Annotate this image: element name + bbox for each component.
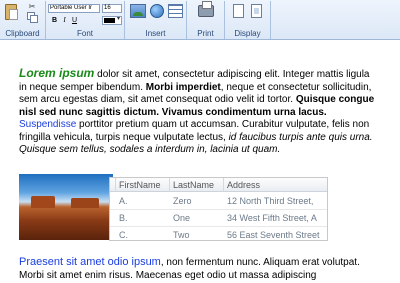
cell-address: 56 East Seventh Street bbox=[227, 230, 320, 240]
cell-lastname: Two bbox=[173, 230, 190, 240]
bold-run: Morbi imperdiet bbox=[145, 81, 221, 93]
paragraph-2: Praesent sit amet odio ipsum, non fermen… bbox=[19, 256, 375, 282]
butte-shape bbox=[71, 198, 99, 208]
display-group-label: Display bbox=[234, 29, 261, 38]
cell-firstname: B. bbox=[119, 213, 128, 223]
cut-icon[interactable]: ✂ bbox=[27, 3, 37, 11]
italic-button[interactable]: I bbox=[60, 16, 69, 25]
insert-table-icon[interactable] bbox=[168, 4, 183, 18]
cell-lastname: Zero bbox=[173, 196, 192, 206]
font-family-select[interactable]: Portable User Ir bbox=[48, 4, 100, 13]
copy-icon[interactable] bbox=[27, 12, 38, 23]
column-header-address[interactable]: Address bbox=[224, 178, 327, 192]
cell-address: 34 West Fifth Street, A bbox=[227, 213, 317, 223]
cell-firstname: C. bbox=[119, 230, 128, 240]
butte-shape bbox=[31, 196, 55, 208]
column-header-firstname[interactable]: FirstName bbox=[116, 178, 170, 192]
print-group: Print bbox=[187, 1, 225, 39]
column-header-lastname[interactable]: LastName bbox=[170, 178, 224, 192]
ribbon-toolbar: ✂ Clipboard Portable User Ir 16 B I U Fo… bbox=[0, 0, 400, 40]
print-layout-icon[interactable] bbox=[233, 4, 244, 18]
draft-layout-icon[interactable] bbox=[251, 4, 262, 18]
cell-address: 12 North Third Street, bbox=[227, 196, 314, 206]
insert-image-icon[interactable] bbox=[130, 4, 146, 18]
paste-icon[interactable] bbox=[5, 4, 18, 20]
hyperlink[interactable]: Suspendisse bbox=[19, 119, 76, 130]
cell-firstname: A. bbox=[119, 196, 128, 206]
font-group-label: Font bbox=[76, 29, 93, 38]
table-row[interactable]: A. Zero 12 North Third Street, bbox=[110, 193, 327, 210]
grid-header: FirstName LastName Address bbox=[110, 178, 327, 192]
embedded-data-grid[interactable]: FirstName LastName Address A. Zero 12 No… bbox=[109, 177, 328, 241]
clipboard-group-label: Clipboard bbox=[5, 29, 40, 38]
bold-button[interactable]: B bbox=[50, 16, 59, 25]
printer-icon[interactable] bbox=[198, 1, 214, 17]
text-color-picker[interactable] bbox=[102, 15, 122, 25]
display-group: Display bbox=[225, 1, 271, 39]
insert-group-label: Insert bbox=[145, 29, 166, 38]
hyperlink[interactable]: Praesent sit amet odio ipsum bbox=[19, 256, 161, 268]
font-group: Portable User Ir 16 B I U Font bbox=[46, 1, 125, 39]
cell-lastname: One bbox=[173, 213, 191, 223]
table-row[interactable]: B. One 34 West Fifth Street, A bbox=[110, 210, 327, 227]
rich-text-editor[interactable]: Lorem ipsum dolor sit amet, consectetur … bbox=[6, 58, 386, 283]
paragraph-1: Lorem ipsum dolor sit amet, consectetur … bbox=[19, 67, 375, 157]
lead-text: Lorem ipsum bbox=[19, 66, 95, 80]
insert-group: Insert bbox=[125, 1, 187, 39]
underline-button[interactable]: U bbox=[70, 16, 79, 25]
clipboard-group: ✂ Clipboard bbox=[0, 1, 46, 39]
font-size-select[interactable]: 16 bbox=[102, 4, 122, 13]
table-row[interactable]: C. Two 56 East Seventh Street bbox=[110, 227, 327, 240]
canyon-photo bbox=[19, 174, 113, 240]
insert-hyperlink-icon[interactable] bbox=[150, 4, 164, 18]
print-group-label: Print bbox=[197, 29, 214, 38]
